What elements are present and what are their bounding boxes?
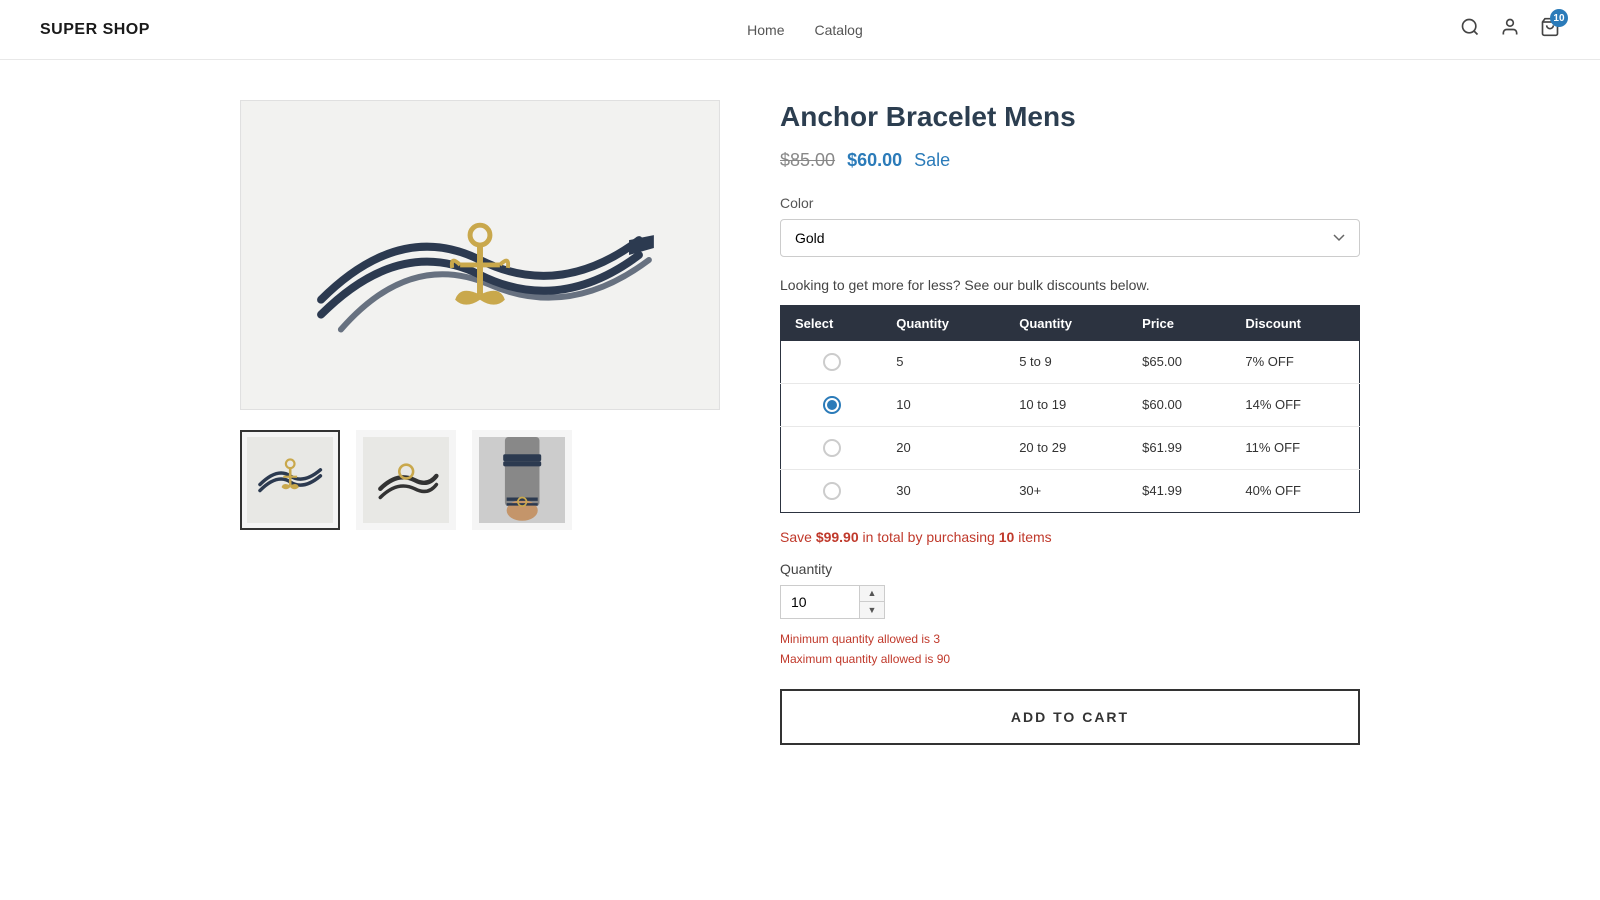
discount-table: Select Quantity Quantity Price Discount … <box>780 305 1360 513</box>
thumbnail-1[interactable] <box>240 430 340 530</box>
table-row[interactable]: 55 to 9$65.007% OFF <box>781 341 1360 384</box>
row-price: $41.99 <box>1128 469 1231 512</box>
bulk-discount-text: Looking to get more for less? See our bu… <box>780 277 1360 293</box>
save-qty: 10 <box>999 529 1015 545</box>
main-product-image <box>240 100 720 410</box>
qty-min: 5 <box>882 341 1005 384</box>
logo: SUPER SHOP <box>40 21 150 39</box>
thumbnail-2[interactable] <box>356 430 456 530</box>
header: SUPER SHOP Home Catalog 10 <box>0 0 1600 60</box>
radio-button[interactable] <box>823 396 841 414</box>
max-qty-text: Maximum quantity allowed is 90 <box>780 649 1360 669</box>
quantity-input[interactable] <box>780 585 860 619</box>
cart-badge: 10 <box>1550 9 1568 27</box>
quantity-increment[interactable]: ▲ <box>860 586 884 602</box>
row-price: $60.00 <box>1128 383 1231 426</box>
thumbnail-row <box>240 430 720 530</box>
nav-catalog[interactable]: Catalog <box>815 22 863 38</box>
row-price: $61.99 <box>1128 426 1231 469</box>
cart-button[interactable]: 10 <box>1540 17 1560 42</box>
col-quantity2: Quantity <box>1005 305 1128 341</box>
row-discount: 11% OFF <box>1231 426 1359 469</box>
save-prefix: Save <box>780 529 816 545</box>
col-quantity1: Quantity <box>882 305 1005 341</box>
qty-min: 30 <box>882 469 1005 512</box>
color-label: Color <box>780 195 1360 211</box>
quantity-label: Quantity <box>780 561 1360 577</box>
col-discount: Discount <box>1231 305 1359 341</box>
radio-button[interactable] <box>823 482 841 500</box>
table-header-row: Select Quantity Quantity Price Discount <box>781 305 1360 341</box>
header-icons: 10 <box>1460 17 1560 42</box>
qty-range: 10 to 19 <box>1005 383 1128 426</box>
quantity-restrictions: Minimum quantity allowed is 3 Maximum qu… <box>780 629 1360 670</box>
add-to-cart-button[interactable]: ADD TO CART <box>780 689 1360 745</box>
product-title: Anchor Bracelet Mens <box>780 100 1360 134</box>
col-price: Price <box>1128 305 1231 341</box>
table-row[interactable]: 3030+$41.9940% OFF <box>781 469 1360 512</box>
product-images <box>240 100 720 745</box>
sale-price: $60.00 <box>847 150 902 171</box>
price-row: $85.00 $60.00 Sale <box>780 150 1360 171</box>
main-content: Anchor Bracelet Mens $85.00 $60.00 Sale … <box>200 100 1400 745</box>
account-button[interactable] <box>1500 17 1520 42</box>
thumbnail-3[interactable] <box>472 430 572 530</box>
table-row[interactable]: 1010 to 19$60.0014% OFF <box>781 383 1360 426</box>
min-qty-text: Minimum quantity allowed is 3 <box>780 629 1360 649</box>
col-select: Select <box>781 305 883 341</box>
save-amount: $99.90 <box>816 529 859 545</box>
quantity-input-wrap: ▲ ▼ <box>780 585 1360 619</box>
search-button[interactable] <box>1460 17 1480 42</box>
qty-min: 10 <box>882 383 1005 426</box>
qty-min: 20 <box>882 426 1005 469</box>
product-info: Anchor Bracelet Mens $85.00 $60.00 Sale … <box>780 100 1360 745</box>
sale-badge: Sale <box>914 150 950 171</box>
quantity-decrement[interactable]: ▼ <box>860 602 884 618</box>
radio-cell[interactable] <box>781 469 883 512</box>
user-icon <box>1500 17 1520 37</box>
row-discount: 7% OFF <box>1231 341 1359 384</box>
row-discount: 14% OFF <box>1231 383 1359 426</box>
radio-cell[interactable] <box>781 426 883 469</box>
qty-range: 30+ <box>1005 469 1128 512</box>
save-message: Save $99.90 in total by purchasing 10 it… <box>780 529 1360 545</box>
original-price: $85.00 <box>780 150 835 171</box>
main-nav: Home Catalog <box>747 22 863 38</box>
qty-range: 5 to 9 <box>1005 341 1128 384</box>
row-price: $65.00 <box>1128 341 1231 384</box>
save-suffix: items <box>1014 529 1051 545</box>
row-discount: 40% OFF <box>1231 469 1359 512</box>
quantity-spinners: ▲ ▼ <box>860 585 885 619</box>
radio-cell[interactable] <box>781 341 883 384</box>
qty-range: 20 to 29 <box>1005 426 1128 469</box>
radio-button[interactable] <box>823 439 841 457</box>
radio-cell[interactable] <box>781 383 883 426</box>
table-row[interactable]: 2020 to 29$61.9911% OFF <box>781 426 1360 469</box>
color-select[interactable]: Gold Silver Black <box>780 219 1360 257</box>
save-mid: in total by purchasing <box>859 529 999 545</box>
radio-button[interactable] <box>823 353 841 371</box>
search-icon <box>1460 17 1480 37</box>
nav-home[interactable]: Home <box>747 22 784 38</box>
